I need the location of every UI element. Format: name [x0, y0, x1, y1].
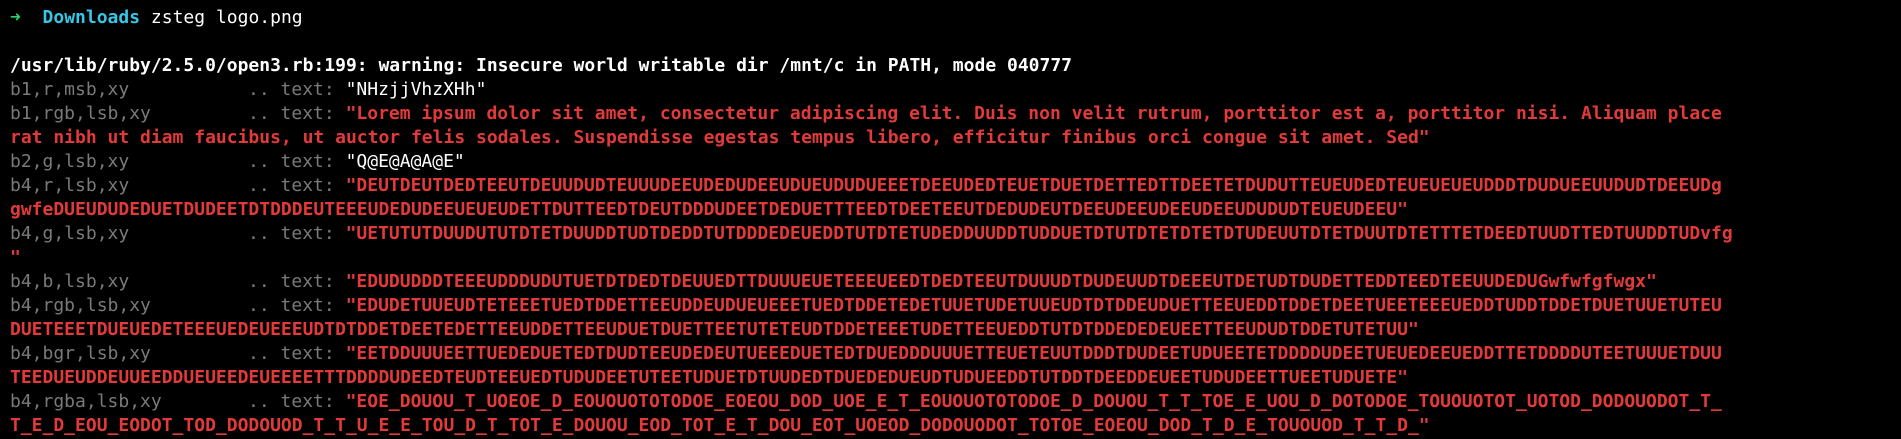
result-row: b4,rgba,lsb,xy.. text: "EOE_DOUOU_T_UOEO… — [10, 390, 1891, 414]
zsteg-results: b1,r,msb,xy.. text: "NHzjjVhzXHh" b1,rgb,… — [10, 78, 1891, 438]
result-key: b4,r,lsb,xy — [10, 175, 130, 196]
result-label: text: — [280, 271, 335, 292]
result-value: "EDUDUDDDTEEEUDDDUDUTUETDTDEDTDEUUEDTTDU… — [345, 271, 1657, 292]
result-label: text: — [280, 151, 335, 172]
result-value: "Lorem ipsum dolor sit amet, consectetur… — [345, 103, 1722, 124]
result-row: b4,rgb,lsb,xy.. text: "EDUDETUUEUDTETEEE… — [10, 294, 1891, 318]
result-key: b4,bgr,lsb,xy — [10, 343, 151, 364]
result-row: b2,g,lsb,xy.. text: "Q@E@A@A@E" — [10, 150, 1891, 174]
result-dots: .. — [248, 223, 270, 244]
result-key: b2,g,lsb,xy — [10, 151, 130, 172]
result-value-continuation: " — [10, 247, 21, 268]
result-label: text: — [280, 175, 335, 196]
result-row: b4,g,lsb,xy.. text: "UETUTUTDUUDUTUTDTET… — [10, 222, 1891, 246]
result-label: text: — [280, 223, 335, 244]
result-key: b4,rgb,lsb,xy — [10, 295, 151, 316]
result-value: "Q@E@A@A@E" — [345, 151, 465, 172]
result-row: b1,rgb,lsb,xy.. text: "Lorem ipsum dolor… — [10, 102, 1891, 126]
result-label: text: — [280, 295, 335, 316]
prompt-line: ➜ Downloads zsteg logo.png — [10, 6, 1891, 30]
result-label: text: — [280, 391, 335, 412]
result-value: "UETUTUTDUUDUTUTDTETDUUDDTUDTDEDDTUTDDDE… — [345, 223, 1733, 244]
result-label: text: — [280, 79, 335, 100]
result-value: "DEUTDEUTDEDTEEUTDEUUDUDTEUUUDEEUDEDUDEE… — [345, 175, 1722, 196]
result-row: b1,r,msb,xy.. text: "NHzjjVhzXHh" — [10, 78, 1891, 102]
result-key: b4,b,lsb,xy — [10, 271, 130, 292]
result-dots: .. — [248, 79, 270, 100]
result-key: b4,rgba,lsb,xy — [10, 391, 162, 412]
prompt-command: zsteg logo.png — [150, 7, 303, 28]
result-dots: .. — [248, 343, 270, 364]
result-label: text: — [280, 103, 335, 124]
result-label: text: — [280, 343, 335, 364]
result-value-continuation: gwfeDUEUDUDEDUETDUDEETDTDDDEUTEEEUDEDUDE… — [10, 199, 1408, 220]
result-key: b1,r,msb,xy — [10, 79, 130, 100]
prompt-directory: Downloads — [42, 7, 141, 28]
result-dots: .. — [248, 271, 270, 292]
result-row: b4,bgr,lsb,xy.. text: "EETDDUUUEETTUEDED… — [10, 342, 1891, 366]
result-dots: .. — [248, 391, 270, 412]
result-value: "EDUDETUUEUDTETEEETUEDTDDETTEEUDDEUDUEUE… — [345, 295, 1722, 316]
result-value-continuation: rat nibh ut diam faucibus, ut auctor fel… — [10, 127, 1430, 148]
ruby-warning: /usr/lib/ruby/2.5.0/open3.rb:199: warnin… — [10, 55, 1073, 76]
result-key: b1,rgb,lsb,xy — [10, 103, 151, 124]
result-dots: .. — [248, 103, 270, 124]
result-row: b4,b,lsb,xy.. text: "EDUDUDDDTEEEUDDDUDU… — [10, 270, 1891, 294]
result-key: b4,g,lsb,xy — [10, 223, 130, 244]
prompt-arrow-icon: ➜ — [10, 7, 21, 28]
result-value-continuation: DUETEEETDUEUEDETEEEUEDEUEEEUDTDTDDETDEET… — [10, 319, 1419, 340]
result-dots: .. — [248, 175, 270, 196]
result-row: b4,r,lsb,xy.. text: "DEUTDEUTDEDTEEUTDEU… — [10, 174, 1891, 198]
result-dots: .. — [248, 295, 270, 316]
result-value: "EOE_DOUOU_T_UOEOE_D_EOUOUOTOTODOE_EOEOU… — [345, 391, 1722, 412]
result-dots: .. — [248, 151, 270, 172]
result-value: "EETDDUUUEETTUEDEDUETEDTDUDTEEUDEDEUTUEE… — [345, 343, 1722, 364]
result-value: "NHzjjVhzXHh" — [345, 79, 487, 100]
result-value-continuation: T_E_D_EOU_EODOT_TOD_DODOUOD_T_T_U_E_E_TO… — [10, 415, 1430, 436]
terminal-window[interactable]: ➜ Downloads zsteg logo.png /usr/lib/ruby… — [0, 0, 1901, 439]
result-value-continuation: TEEDUEUDDEUUEEDDUEUEEDEUEEEETTTDDDDUDEED… — [10, 367, 1408, 388]
